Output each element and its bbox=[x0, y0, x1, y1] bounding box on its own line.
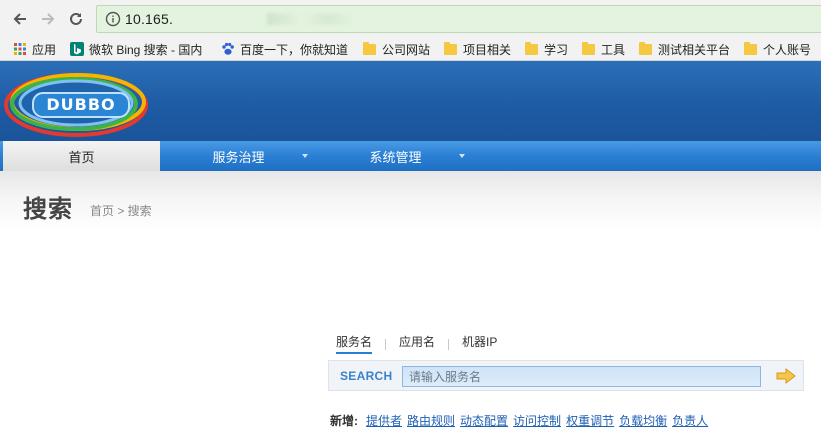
folder-icon bbox=[639, 41, 652, 55]
folder-icon bbox=[582, 41, 595, 55]
forward-button[interactable] bbox=[35, 6, 61, 32]
dubbo-logo[interactable]: DUBBO bbox=[4, 69, 148, 137]
add-access-control-link[interactable]: 访问控制 bbox=[513, 412, 561, 429]
bookmark-label: 工具 bbox=[601, 42, 626, 57]
bookmark-bing[interactable]: 微软 Bing 搜索 - 国内 bbox=[70, 40, 202, 58]
bookmark-label: 公司网站 bbox=[382, 42, 431, 57]
bookmark-folder-accounts[interactable]: 个人账号 bbox=[744, 40, 811, 58]
menu-label: 服务治理 bbox=[212, 150, 265, 165]
bookmark-folder-tools[interactable]: 工具 bbox=[582, 40, 625, 58]
page-header bbox=[0, 171, 821, 231]
quick-add-bar: 新增: 提供者 路由规则 动态配置 访问控制 权重调节 负载均衡 负责人 bbox=[330, 412, 713, 428]
search-input[interactable] bbox=[402, 366, 761, 387]
arrow-left-icon bbox=[13, 13, 26, 25]
tab-service-name[interactable]: 服务名 bbox=[334, 334, 374, 354]
page-title: 搜索 bbox=[23, 196, 73, 223]
menu-system-management[interactable]: 系统管理 bbox=[317, 141, 474, 171]
bookmark-label: 学习 bbox=[544, 42, 569, 57]
bookmark-folder-project[interactable]: 项目相关 bbox=[444, 40, 511, 58]
address-bar[interactable]: 10.165. bbox=[96, 5, 821, 33]
bookmark-label: 测试相关平台 bbox=[658, 42, 731, 57]
folder-icon bbox=[744, 41, 757, 55]
bookmark-label: 个人账号 bbox=[763, 42, 812, 57]
folder-icon bbox=[525, 41, 538, 55]
bookmark-folder-study[interactable]: 学习 bbox=[525, 40, 568, 58]
bookmark-apps[interactable]: 应用 bbox=[13, 40, 56, 58]
menu-home[interactable]: 首页 bbox=[3, 141, 160, 171]
url-text: 10.165. bbox=[125, 11, 174, 27]
site-banner: DUBBO bbox=[0, 61, 821, 141]
folder-icon bbox=[363, 41, 376, 55]
chevron-down-icon bbox=[302, 154, 308, 158]
main-menu: 首页 服务治理 系统管理 bbox=[0, 141, 821, 171]
add-owner-link[interactable]: 负责人 bbox=[672, 412, 708, 429]
bookmark-baidu[interactable]: 百度一下，你就知道 bbox=[221, 40, 348, 58]
bookmark-label: 微软 Bing 搜索 - 国内 bbox=[89, 42, 203, 57]
bookmark-label: 百度一下，你就知道 bbox=[240, 42, 349, 57]
tab-application-name[interactable]: 应用名 bbox=[397, 334, 437, 354]
tab-divider bbox=[448, 338, 450, 350]
tab-divider bbox=[385, 338, 387, 350]
quick-add-label: 新增: bbox=[330, 413, 358, 428]
menu-label: 系统管理 bbox=[369, 150, 422, 165]
add-provider-link[interactable]: 提供者 bbox=[366, 412, 402, 429]
bookmarks-bar: 应用 微软 Bing 搜索 - 国内 百度一下，你就知道 公司网站 项目相关 学… bbox=[0, 37, 821, 61]
menu-label: 首页 bbox=[68, 150, 95, 165]
browser-toolbar: 10.165. bbox=[0, 0, 821, 37]
chevron-down-icon bbox=[459, 154, 465, 158]
back-button[interactable] bbox=[7, 6, 33, 32]
search-tabs: 服务名 应用名 机器IP bbox=[334, 334, 499, 354]
add-dynamic-config-link[interactable]: 动态配置 bbox=[460, 412, 508, 429]
bookmark-label: 应用 bbox=[32, 42, 57, 57]
add-load-balance-link[interactable]: 负载均衡 bbox=[619, 412, 667, 429]
add-weight-link[interactable]: 权重调节 bbox=[566, 412, 614, 429]
breadcrumb: 首页 > 搜索 bbox=[90, 204, 152, 218]
bookmark-label: 项目相关 bbox=[463, 42, 512, 57]
folder-icon bbox=[444, 41, 457, 55]
arrow-right-icon bbox=[42, 13, 55, 25]
reload-icon bbox=[70, 12, 82, 25]
menu-service-governance[interactable]: 服务治理 bbox=[160, 141, 317, 171]
search-box: SEARCH bbox=[328, 360, 804, 391]
tab-machine-ip[interactable]: 机器IP bbox=[460, 334, 499, 354]
add-route-rule-link[interactable]: 路由规则 bbox=[407, 412, 455, 429]
bing-icon bbox=[70, 42, 84, 56]
bookmark-folder-testing[interactable]: 测试相关平台 bbox=[639, 40, 730, 58]
search-arrow-icon[interactable] bbox=[776, 368, 796, 384]
url-redacted bbox=[267, 13, 355, 25]
baidu-paw-icon bbox=[222, 42, 234, 55]
bookmark-folder-company[interactable]: 公司网站 bbox=[363, 40, 430, 58]
apps-grid-icon bbox=[14, 43, 26, 55]
search-label: SEARCH bbox=[340, 369, 393, 383]
reload-button[interactable] bbox=[63, 6, 89, 32]
logo-text: DUBBO bbox=[46, 95, 116, 114]
info-icon[interactable] bbox=[105, 11, 121, 27]
